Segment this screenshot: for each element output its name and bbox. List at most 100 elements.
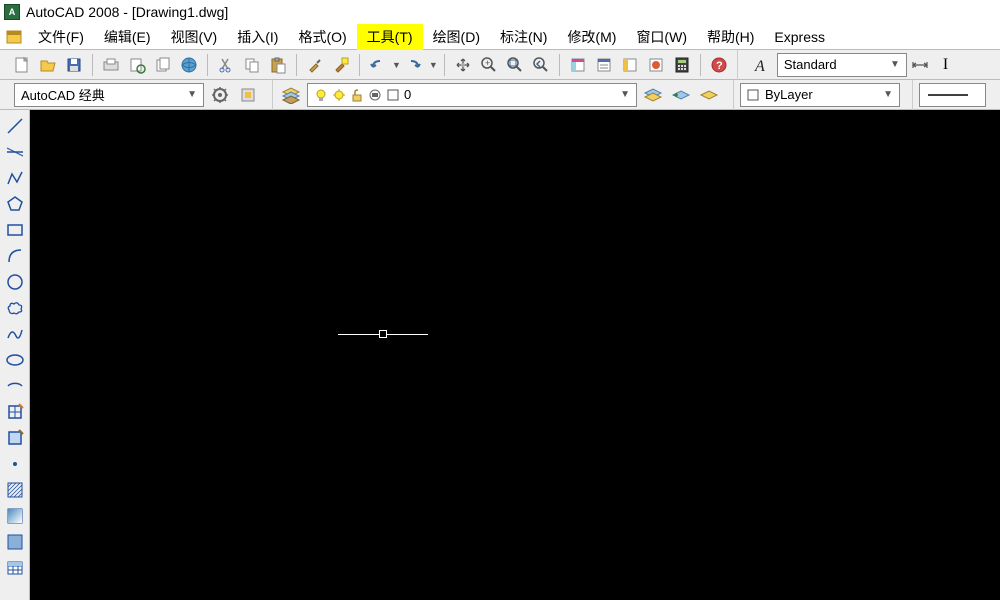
undo-button[interactable] <box>366 53 390 77</box>
standard-toolbar: ▼ ▼ + ? A Standard ▼ I <box>0 50 1000 80</box>
hatch-tool[interactable] <box>3 478 27 502</box>
layer-dropdown[interactable]: 0 ▼ <box>307 83 637 107</box>
gradient-tool[interactable] <box>3 504 27 528</box>
linetype-group <box>912 80 992 110</box>
spline-tool[interactable] <box>3 322 27 346</box>
properties-group: ByLayer ▼ <box>733 80 906 110</box>
save-button[interactable] <box>62 53 86 77</box>
grip-handle[interactable] <box>379 330 387 338</box>
menu-file[interactable]: 文件(F) <box>28 24 94 50</box>
copy-button[interactable] <box>240 53 264 77</box>
properties-button[interactable] <box>566 53 590 77</box>
text-style-button[interactable]: A <box>751 53 775 77</box>
layer-previous-button[interactable] <box>669 83 693 107</box>
sheet-set-button[interactable] <box>592 53 616 77</box>
open-button[interactable] <box>36 53 60 77</box>
ellipse-arc-tool[interactable] <box>3 374 27 398</box>
layer-properties-button[interactable] <box>279 83 303 107</box>
layer-name: 0 <box>404 87 411 102</box>
svg-text:+: + <box>485 58 490 68</box>
workspace-dropdown[interactable]: AutoCAD 经典 ▼ <box>14 83 204 107</box>
circle-tool[interactable] <box>3 270 27 294</box>
layer-match-button[interactable] <box>697 83 721 107</box>
menu-bar: 文件(F) 编辑(E) 视图(V) 插入(I) 格式(O) 工具(T) 绘图(D… <box>0 24 1000 50</box>
lock-open-icon <box>350 88 364 102</box>
insert-block-tool[interactable] <box>3 400 27 424</box>
tool-palettes-button[interactable] <box>618 53 642 77</box>
color-dropdown[interactable]: ByLayer ▼ <box>740 83 900 107</box>
workspace-settings-button[interactable] <box>208 83 232 107</box>
table-tool[interactable] <box>3 556 27 580</box>
markup-button[interactable] <box>644 53 668 77</box>
layer-states-button[interactable] <box>641 83 665 107</box>
ellipse-tool[interactable] <box>3 348 27 372</box>
menu-draw[interactable]: 绘图(D) <box>423 24 490 50</box>
title-bar: A AutoCAD 2008 - [Drawing1.dwg] <box>0 0 1000 24</box>
line-tool[interactable] <box>3 114 27 138</box>
separator <box>559 54 560 76</box>
polyline-tool[interactable] <box>3 166 27 190</box>
menu-view[interactable]: 视图(V) <box>161 24 228 50</box>
plot-button[interactable] <box>99 53 123 77</box>
zoom-window-button[interactable] <box>503 53 527 77</box>
separator <box>92 54 93 76</box>
block-editor-button[interactable] <box>329 53 353 77</box>
workspace-lock-button[interactable] <box>236 83 260 107</box>
menu-express[interactable]: Express <box>764 26 835 48</box>
layer-group: 0 ▼ <box>272 80 727 110</box>
window-title: AutoCAD 2008 - [Drawing1.dwg] <box>26 4 228 20</box>
menu-edit[interactable]: 编辑(E) <box>94 24 161 50</box>
revision-cloud-tool[interactable] <box>3 296 27 320</box>
chevron-down-icon: ▼ <box>187 89 197 100</box>
menu-help[interactable]: 帮助(H) <box>697 24 764 50</box>
workspace-value: AutoCAD 经典 <box>21 85 105 104</box>
menu-modify[interactable]: 修改(M) <box>557 24 626 50</box>
new-button[interactable] <box>10 53 34 77</box>
match-props-button[interactable] <box>303 53 327 77</box>
chevron-down-icon: ▼ <box>883 89 893 100</box>
menu-insert[interactable]: 插入(I) <box>227 24 288 50</box>
color-swatch-icon <box>747 89 759 101</box>
table-style-label: I <box>935 56 948 74</box>
dim-style-button[interactable] <box>909 53 933 77</box>
separator <box>207 54 208 76</box>
text-style-dropdown[interactable]: Standard ▼ <box>777 53 907 77</box>
svg-text:?: ? <box>716 60 723 72</box>
region-tool[interactable] <box>3 530 27 554</box>
3dwf-button[interactable] <box>177 53 201 77</box>
publish-button[interactable] <box>151 53 175 77</box>
linetype-dropdown[interactable] <box>919 83 986 107</box>
zoom-previous-button[interactable] <box>529 53 553 77</box>
quickcalc-button[interactable] <box>670 53 694 77</box>
make-block-tool[interactable] <box>3 426 27 450</box>
separator <box>700 54 701 76</box>
drawing-canvas[interactable] <box>30 110 1000 600</box>
redo-dropdown-icon[interactable]: ▼ <box>429 60 438 70</box>
plot-preview-button[interactable] <box>125 53 149 77</box>
pan-button[interactable] <box>451 53 475 77</box>
undo-dropdown-icon[interactable]: ▼ <box>392 60 401 70</box>
menu-tools[interactable]: 工具(T) <box>357 24 423 50</box>
menu-format[interactable]: 格式(O) <box>288 24 356 50</box>
paste-button[interactable] <box>266 53 290 77</box>
construction-line-tool[interactable] <box>3 140 27 164</box>
arc-tool[interactable] <box>3 244 27 268</box>
redo-button[interactable] <box>403 53 427 77</box>
point-tool[interactable] <box>3 452 27 476</box>
cut-button[interactable] <box>214 53 238 77</box>
layer-state-icons: 0 <box>314 87 411 102</box>
separator <box>296 54 297 76</box>
polygon-tool[interactable] <box>3 192 27 216</box>
bulb-on-icon <box>314 88 328 102</box>
chevron-down-icon: ▼ <box>620 89 630 100</box>
rectangle-tool[interactable] <box>3 218 27 242</box>
separator <box>444 54 445 76</box>
menu-window[interactable]: 窗口(W) <box>626 24 697 50</box>
chevron-down-icon: ▼ <box>890 59 900 70</box>
group-separator <box>737 50 745 80</box>
separator <box>359 54 360 76</box>
help-button[interactable]: ? <box>707 53 731 77</box>
menu-dimension[interactable]: 标注(N) <box>490 24 557 50</box>
svg-text:A: A <box>754 58 765 75</box>
zoom-realtime-button[interactable]: + <box>477 53 501 77</box>
